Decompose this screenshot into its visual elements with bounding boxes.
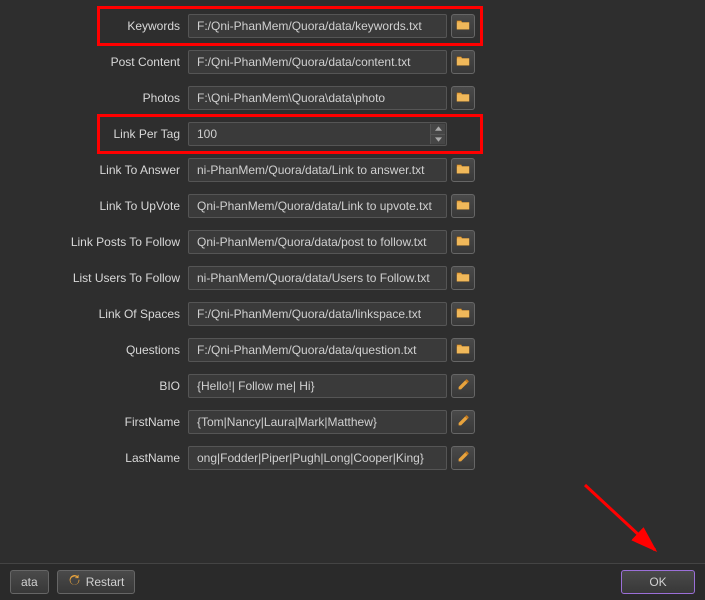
field-label: Post Content xyxy=(0,55,188,69)
field-label: FirstName xyxy=(0,415,188,429)
text-input[interactable] xyxy=(195,198,440,214)
text-input[interactable] xyxy=(195,270,440,286)
folder-icon xyxy=(456,306,470,323)
text-input[interactable] xyxy=(195,306,440,322)
spinner-control xyxy=(430,124,445,144)
field-container xyxy=(188,158,447,182)
pencil-icon xyxy=(457,378,470,394)
field-container xyxy=(188,338,447,362)
edit-button[interactable] xyxy=(451,446,475,470)
ok-button-label: OK xyxy=(649,575,666,589)
spinner-up[interactable] xyxy=(431,124,445,135)
form-row: FirstName xyxy=(0,406,685,438)
text-input[interactable] xyxy=(195,378,440,394)
text-input[interactable] xyxy=(195,90,440,106)
field-container xyxy=(188,230,447,254)
restart-icon xyxy=(68,574,81,590)
field-label: Photos xyxy=(0,91,188,105)
form-row: Post Content xyxy=(0,46,685,78)
field-container xyxy=(188,446,447,470)
field-label: Link Per Tag xyxy=(0,127,188,141)
form-row: List Users To Follow xyxy=(0,262,685,294)
field-container xyxy=(188,302,447,326)
field-container xyxy=(188,50,447,74)
field-container xyxy=(188,374,447,398)
text-input[interactable] xyxy=(195,414,440,430)
browse-button[interactable] xyxy=(451,14,475,38)
text-input[interactable] xyxy=(195,162,440,178)
form-row: LastName xyxy=(0,442,685,474)
field-label: Link Of Spaces xyxy=(0,307,188,321)
browse-button[interactable] xyxy=(451,158,475,182)
restart-button[interactable]: Restart xyxy=(57,570,136,594)
text-input[interactable] xyxy=(195,234,440,250)
bottom-bar: ata Restart OK xyxy=(0,563,705,600)
folder-icon xyxy=(456,54,470,71)
text-input[interactable] xyxy=(195,54,440,70)
data-button-label: ata xyxy=(21,575,38,589)
field-container xyxy=(188,410,447,434)
form-row: Link To Answer xyxy=(0,154,685,186)
field-label: Link To Answer xyxy=(0,163,188,177)
text-input[interactable] xyxy=(195,126,440,142)
browse-button[interactable] xyxy=(451,302,475,326)
folder-icon xyxy=(456,270,470,287)
field-label: Link To UpVote xyxy=(0,199,188,213)
text-input[interactable] xyxy=(195,342,440,358)
ok-button[interactable]: OK xyxy=(621,570,695,594)
field-container xyxy=(188,266,447,290)
field-container xyxy=(188,194,447,218)
browse-button[interactable] xyxy=(451,194,475,218)
form-row: Photos xyxy=(0,82,685,114)
edit-button[interactable] xyxy=(451,374,475,398)
pencil-icon xyxy=(457,450,470,466)
form-row: Link Per Tag xyxy=(0,118,685,150)
browse-button[interactable] xyxy=(451,338,475,362)
browse-button[interactable] xyxy=(451,86,475,110)
field-container xyxy=(188,122,447,146)
folder-icon xyxy=(456,198,470,215)
form-row: Questions xyxy=(0,334,685,366)
field-label: LastName xyxy=(0,451,188,465)
field-label: Questions xyxy=(0,343,188,357)
field-label: Link Posts To Follow xyxy=(0,235,188,249)
folder-icon xyxy=(456,90,470,107)
spinner-down[interactable] xyxy=(431,135,445,145)
form-row: Keywords xyxy=(0,10,685,42)
edit-button[interactable] xyxy=(451,410,475,434)
browse-button[interactable] xyxy=(451,230,475,254)
pencil-icon xyxy=(457,414,470,430)
field-label: List Users To Follow xyxy=(0,271,188,285)
folder-icon xyxy=(456,234,470,251)
text-input[interactable] xyxy=(195,450,440,466)
browse-button[interactable] xyxy=(451,50,475,74)
text-input[interactable] xyxy=(195,18,440,34)
annotation-arrow xyxy=(580,480,680,570)
field-label: BIO xyxy=(0,379,188,393)
field-container xyxy=(188,14,447,38)
restart-button-label: Restart xyxy=(86,575,125,589)
folder-icon xyxy=(456,342,470,359)
folder-icon xyxy=(456,162,470,179)
form-row: BIO xyxy=(0,370,685,402)
form-row: Link Of Spaces xyxy=(0,298,685,330)
form-row: Link To UpVote xyxy=(0,190,685,222)
browse-button[interactable] xyxy=(451,266,475,290)
data-button[interactable]: ata xyxy=(10,570,49,594)
field-label: Keywords xyxy=(0,19,188,33)
folder-icon xyxy=(456,18,470,35)
field-container xyxy=(188,86,447,110)
form-row: Link Posts To Follow xyxy=(0,226,685,258)
